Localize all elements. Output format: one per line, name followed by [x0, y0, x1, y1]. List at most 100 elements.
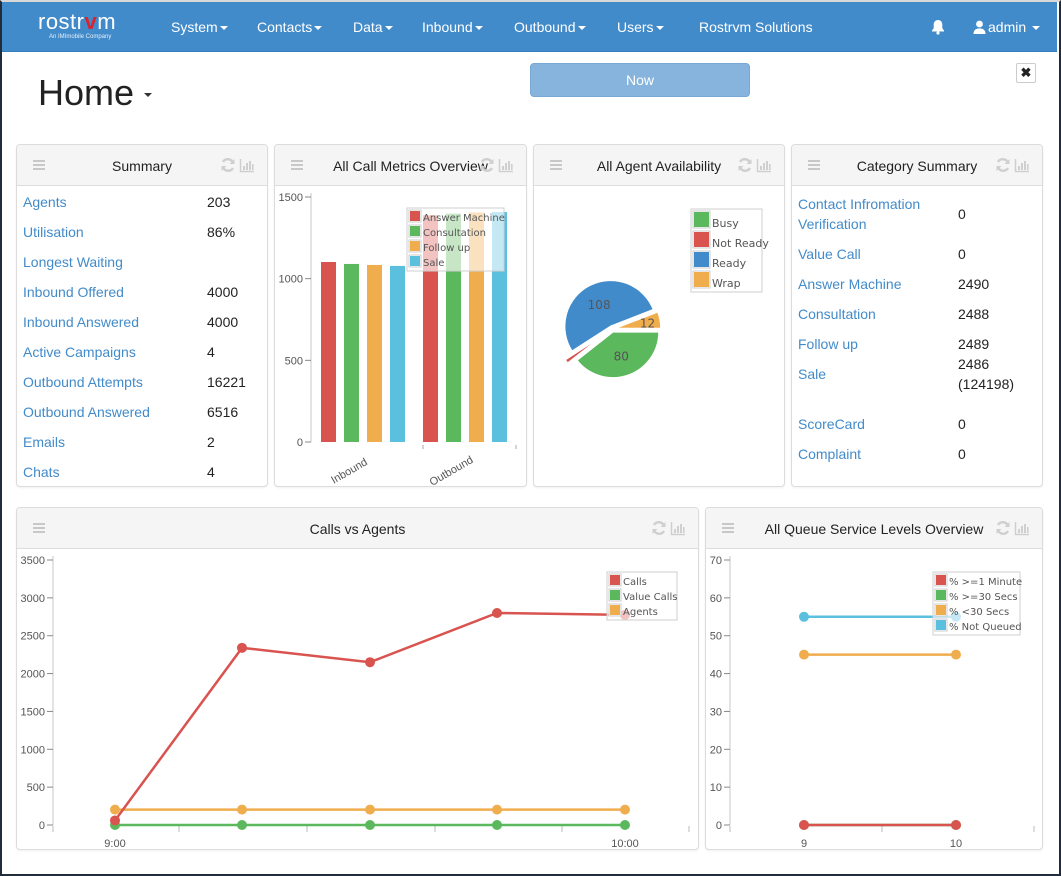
logo-text: rostr: [38, 9, 85, 34]
caret-down-icon: [474, 26, 483, 31]
bar-consultation-inbound[interactable]: [344, 263, 359, 442]
summary-value: 6516: [207, 404, 239, 420]
category-label[interactable]: Follow up: [798, 334, 858, 354]
summary-row: Longest Waiting: [23, 254, 261, 274]
panel-header: Category Summary: [792, 145, 1042, 186]
chart-legend: Calls Value Calls Agents: [606, 571, 678, 621]
category-label[interactable]: Value Call: [798, 244, 861, 264]
y-tick-label: 3500: [21, 555, 45, 567]
nav-system-label: System: [171, 19, 218, 35]
bar-chart-icon[interactable]: [670, 520, 686, 536]
summary-label[interactable]: Chats: [23, 464, 60, 480]
bell-icon[interactable]: [931, 19, 947, 35]
legend-label: Calls: [623, 577, 647, 588]
summary-row: Outbound Answered 6516: [23, 404, 261, 424]
nav-users[interactable]: Users: [617, 19, 664, 35]
category-label[interactable]: Consultation: [798, 304, 876, 324]
bar-chart-icon[interactable]: [498, 157, 514, 173]
nav-rostrvm-solutions[interactable]: Rostrvm Solutions: [699, 19, 813, 35]
y-tick-label: 2500: [21, 631, 45, 643]
data-point[interactable]: [799, 611, 809, 622]
agent-availability-chart: 80 108 12 Busy Not Ready Ready Wrap: [563, 208, 769, 379]
bar-answer-machine-inbound[interactable]: [321, 262, 336, 442]
data-point[interactable]: [365, 820, 375, 830]
nav-contacts-label: Contacts: [257, 19, 313, 35]
data-point[interactable]: [620, 820, 630, 830]
data-point[interactable]: [237, 820, 247, 830]
bar-chart-icon[interactable]: [239, 157, 255, 173]
now-button[interactable]: Now: [530, 63, 750, 97]
chart-legend: Answer Machine Consultation Follow up Sale: [406, 207, 505, 272]
refresh-icon[interactable]: [995, 520, 1011, 536]
data-point[interactable]: [799, 649, 809, 660]
category-label[interactable]: Contact Infromation Verification: [798, 194, 920, 234]
call-metrics-panel: All Call Metrics Overview 0 500 1000 1500 In…: [274, 144, 527, 489]
refresh-icon[interactable]: [737, 157, 753, 173]
data-point[interactable]: [237, 642, 247, 653]
category-value: 2488: [958, 306, 990, 322]
data-point[interactable]: [951, 649, 961, 660]
summary-value: 4: [207, 344, 215, 360]
close-button[interactable]: ✖: [1016, 63, 1036, 83]
summary-label[interactable]: Utilisation: [23, 224, 84, 240]
calls-vs-agents-panel: Calls vs Agents 0 500 1000 1500 2000 2500 3000…: [16, 507, 699, 850]
refresh-icon[interactable]: [651, 520, 667, 536]
category-value: 0: [958, 446, 966, 462]
data-point[interactable]: [365, 657, 375, 668]
legend-swatch: [410, 226, 420, 236]
category-label[interactable]: ScoreCard: [798, 414, 865, 434]
data-point[interactable]: [620, 804, 630, 815]
category-label[interactable]: Complaint: [798, 444, 861, 464]
user-menu[interactable]: admin: [973, 19, 1041, 35]
legend-swatch: [694, 252, 709, 267]
data-point[interactable]: [951, 820, 961, 830]
nav-contacts[interactable]: Contacts: [257, 19, 323, 35]
y-tick-label: 1500: [279, 192, 303, 204]
nav-data-label: Data: [353, 19, 383, 35]
refresh-icon[interactable]: [479, 157, 495, 173]
legend-swatch: [410, 241, 420, 251]
summary-value: 2: [207, 434, 215, 450]
page-title[interactable]: Home: [38, 72, 153, 114]
chart-legend: % >=1 Minute % >=30 Secs % <30 Secs % Not Q…: [932, 571, 1022, 636]
summary-label[interactable]: Agents: [23, 194, 67, 210]
rostrvm-logo[interactable]: rostrvm An IMImobile Company: [38, 9, 116, 41]
data-point[interactable]: [237, 804, 247, 815]
summary-label[interactable]: Inbound Answered: [23, 314, 139, 330]
legend-swatch: [610, 575, 620, 585]
bar-chart-icon[interactable]: [1014, 157, 1030, 173]
category-row: Sale 2486 (124198): [798, 356, 1036, 404]
bar-chart-icon[interactable]: [756, 157, 772, 173]
y-tick-label: 70: [710, 555, 722, 567]
data-point[interactable]: [110, 815, 120, 826]
summary-label[interactable]: Inbound Offered: [23, 284, 124, 300]
category-label[interactable]: Answer Machine: [798, 274, 902, 294]
summary-label[interactable]: Longest Waiting: [23, 254, 123, 270]
nav-data[interactable]: Data: [353, 19, 393, 35]
data-point[interactable]: [365, 804, 375, 815]
series-line-calls[interactable]: [113, 611, 626, 822]
bar-follow-up-inbound[interactable]: [367, 264, 382, 442]
legend-swatch: [936, 605, 946, 615]
nav-system[interactable]: System: [171, 19, 228, 35]
summary-label[interactable]: Active Campaigns: [23, 344, 136, 360]
data-point[interactable]: [492, 608, 502, 618]
summary-label[interactable]: Emails: [23, 434, 65, 450]
nav-inbound[interactable]: Inbound: [422, 19, 483, 35]
summary-label[interactable]: Outbound Attempts: [23, 374, 143, 390]
category-value: 0: [958, 206, 966, 222]
nav-outbound[interactable]: Outbound: [514, 19, 586, 35]
category-label[interactable]: Sale: [798, 364, 826, 384]
legend-label: Answer Machine: [423, 213, 505, 224]
data-point[interactable]: [492, 804, 502, 815]
data-point[interactable]: [110, 804, 120, 815]
summary-label[interactable]: Outbound Answered: [23, 404, 150, 420]
y-tick-label: 0: [716, 820, 722, 832]
bar-sale-inbound[interactable]: [390, 265, 405, 442]
caret-down-icon: [577, 26, 586, 31]
data-point[interactable]: [492, 820, 502, 830]
refresh-icon[interactable]: [995, 157, 1011, 173]
data-point[interactable]: [799, 820, 809, 830]
bar-chart-icon[interactable]: [1014, 520, 1030, 536]
refresh-icon[interactable]: [220, 157, 236, 173]
